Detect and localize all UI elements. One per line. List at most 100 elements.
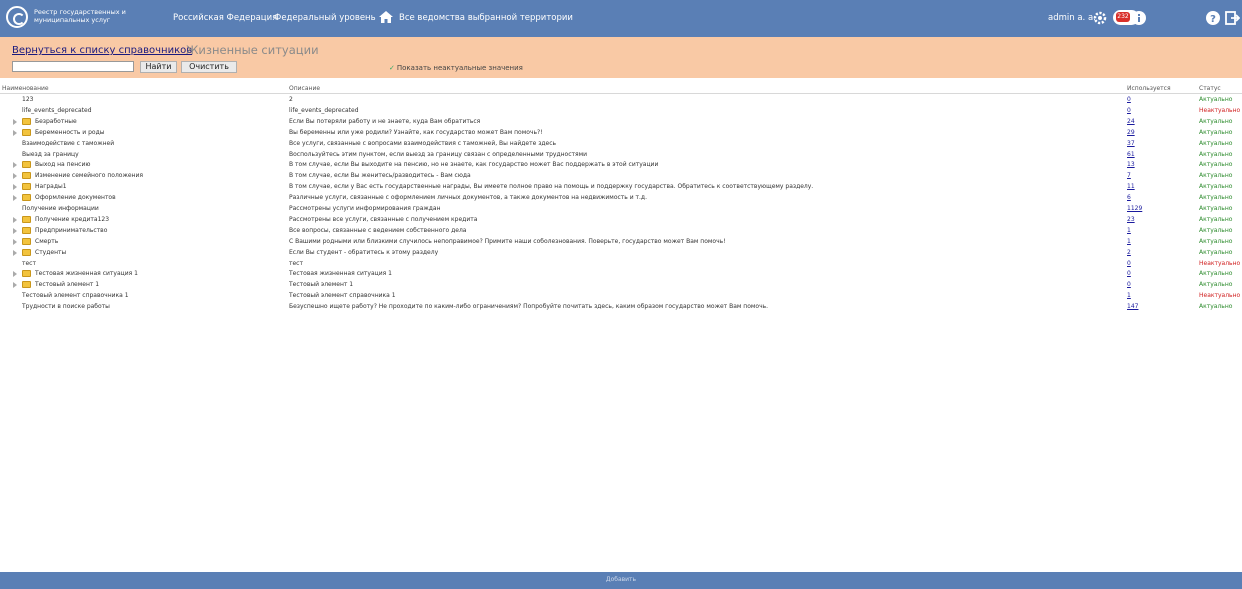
table-row[interactable]: Награды1 В том случае, если у Вас есть го… [0,182,1242,192]
row-description: Воспользуйтесь этим пунктом, если выезд … [289,150,588,158]
expand-arrow-icon[interactable] [13,129,17,136]
table-row[interactable]: Тестовый элемент 1 Тестовый элемент 1 0 Акт… [0,280,1242,290]
table-row[interactable]: тест тест 0 Неактуально [0,259,1242,269]
find-button[interactable]: Найти [140,61,177,73]
show-inactive-checkbox[interactable]: ✓ Показать неактуальные значения [389,64,523,72]
expand-arrow-icon[interactable] [13,118,17,125]
table-row[interactable]: Предпринимательство Все вопросы, связанны… [0,226,1242,236]
row-used-count-link[interactable]: 61 [1127,151,1167,158]
table-row[interactable]: Выход на пенсию В том случае, если Вы вых… [0,160,1242,170]
row-used-count-link[interactable]: 13 [1127,161,1167,168]
table-row[interactable]: Получение кредита123 Рассмотрены все услу… [0,215,1242,225]
expand-arrow-icon[interactable] [13,184,17,191]
row-name: Взаимодействие с таможней [22,139,115,147]
table-row[interactable]: Изменение семейного положения В том случа… [0,171,1242,181]
row-used-count-link[interactable]: 1129 [1127,205,1167,212]
table-row[interactable]: Безработные Если Вы потеряли работу и не … [0,117,1242,127]
row-used-count-link[interactable]: 1 [1127,238,1167,245]
table-row[interactable]: 123 2 0 Актуально [0,95,1242,105]
add-button[interactable]: Добавить [0,576,1242,583]
table-row[interactable]: Беременность и роды Вы беременны или уже … [0,128,1242,138]
table-row[interactable]: Выезд за границу Воспользуйтесь этим пунк… [0,150,1242,160]
row-status: Актуально [1199,237,1233,245]
row-name: Смерть [35,237,59,245]
table-row[interactable]: Смерть С Вашими родными или близкими случ… [0,237,1242,247]
folder-icon [22,194,31,202]
row-used-count-link[interactable]: 23 [1127,216,1167,223]
user-name[interactable]: admin a. a. [1048,13,1096,23]
row-used-count-link[interactable]: 37 [1127,140,1167,147]
row-name: Студенты [35,248,67,256]
row-description: Различные услуги, связанные с оформление… [289,194,647,202]
row-used-count-link[interactable]: 29 [1127,129,1167,136]
row-status: Актуально [1199,150,1233,158]
column-header-description[interactable]: Описание [289,85,320,92]
row-used-count-link[interactable]: 0 [1127,96,1167,103]
expand-arrow-icon[interactable] [13,195,17,202]
row-status: Неактуально [1199,106,1241,114]
row-description: life_events_deprecated [289,106,359,114]
row-description: Все услуги, связанные с вопросами взаимо… [289,139,557,147]
notification-count: 232 [1116,12,1130,22]
gear-icon[interactable] [1092,10,1108,26]
row-description: В том случае, если Вы выходите на пенсию… [289,161,659,169]
table-row[interactable]: Трудности в поиске работы Безуспешно ищет… [0,302,1242,312]
expand-arrow-icon[interactable] [13,271,17,278]
row-status: Актуально [1199,96,1233,103]
row-description: Безуспешно ищете работу? Не проходите по… [289,303,769,311]
row-used-count-link[interactable]: 2 [1127,249,1167,256]
row-name: Оформление документов [35,194,116,202]
expand-arrow-icon[interactable] [13,249,17,256]
row-used-count-link[interactable]: 1 [1127,292,1167,299]
nav-all-departments[interactable]: Все ведомства выбранной территории [399,13,573,23]
row-status: Актуально [1199,128,1233,136]
row-used-count-link[interactable]: 11 [1127,183,1167,190]
home-icon[interactable] [379,11,393,23]
expand-arrow-icon[interactable] [13,162,17,169]
table-row[interactable]: Оформление документов Различные услуги, с… [0,193,1242,203]
row-used-count-link[interactable]: 0 [1127,107,1167,114]
table-row[interactable]: Студенты Если Вы студент - обратитесь к э… [0,248,1242,258]
row-used-count-link[interactable]: 1 [1127,227,1167,234]
row-used-count-link[interactable]: 6 [1127,194,1167,201]
table-row[interactable]: Тестовый элемент справочника 1 Тестовый э… [0,291,1242,301]
nav-federal-level[interactable]: Федеральный уровень [274,13,376,23]
folder-icon [22,117,31,125]
nav-federation[interactable]: Российская Федерация [173,13,277,23]
row-status: Неактуально [1199,292,1241,300]
row-description: С Вашими родными или близкими случилось … [289,237,726,245]
row-used-count-link[interactable]: 7 [1127,172,1167,179]
expand-arrow-icon[interactable] [13,238,17,245]
expand-arrow-icon[interactable] [13,173,17,180]
info-icon[interactable] [1131,10,1147,26]
row-description: Если Вы студент - обратитесь к этому раз… [289,248,439,256]
expand-arrow-icon[interactable] [13,216,17,223]
row-name: Награды1 [35,183,67,191]
row-name: Тестовый элемент 1 [35,281,100,289]
table-row[interactable]: Получение информации Рассмотрены услуги и… [0,204,1242,214]
row-name: Беременность и роды [35,128,105,136]
column-header-status[interactable]: Статус [1199,85,1221,92]
logout-icon[interactable] [1224,10,1240,26]
footer-bar: Добавить [0,572,1242,589]
page-title: Жизненные ситуации [186,43,319,57]
clear-button[interactable]: Очистить [181,61,237,73]
row-used-count-link[interactable]: 0 [1127,260,1167,267]
column-header-used[interactable]: Используется [1127,85,1171,92]
search-input[interactable] [12,61,134,72]
help-icon[interactable]: ? [1205,10,1221,26]
table-row[interactable]: Тестовая жизненная ситуация 1 Тестовая жи… [0,269,1242,279]
row-used-count-link[interactable]: 0 [1127,281,1167,288]
row-description: Если Вы потеряли работу и не знаете, куд… [289,117,481,125]
row-description: Все вопросы, связанные с ведением собств… [289,226,467,234]
back-to-dictionaries-link[interactable]: Вернуться к списку справочников [12,45,192,56]
row-used-count-link[interactable]: 24 [1127,118,1167,125]
table-row[interactable]: life_events_deprecated life_events_deprec… [0,106,1242,116]
column-header-name[interactable]: Наименование [2,85,49,92]
expand-arrow-icon[interactable] [13,282,17,289]
table-row[interactable]: Взаимодействие с таможней Все услуги, свя… [0,139,1242,149]
registry-logo[interactable]: Реестр государственных и муниципальных у… [6,5,156,29]
expand-arrow-icon[interactable] [13,227,17,234]
row-used-count-link[interactable]: 0 [1127,270,1167,277]
row-used-count-link[interactable]: 147 [1127,303,1167,310]
